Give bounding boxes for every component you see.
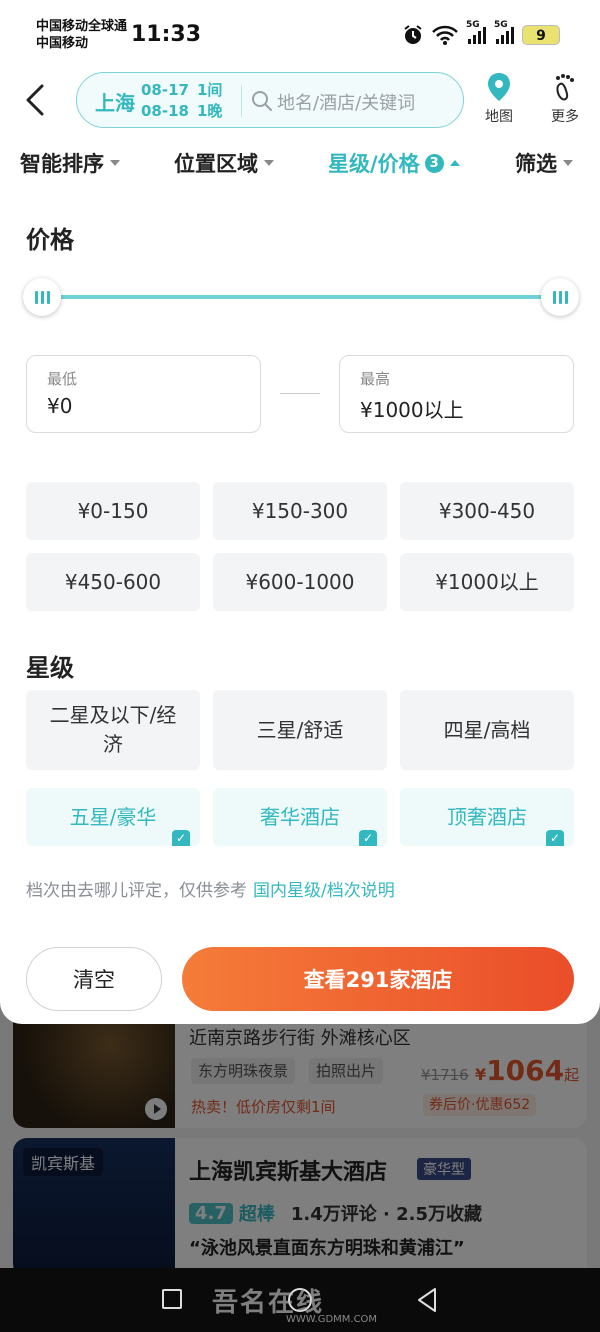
map-button[interactable]: 地图 [474,72,524,126]
price-preset[interactable]: ¥0-150 [26,482,200,540]
star-option-label: 奢华酒店 [260,804,340,829]
price-slider-max-handle[interactable] [541,278,579,316]
carrier-line-2: 中国移动 [36,36,89,51]
filter-tabs: 智能排序 位置区域 星级/价格 3 筛选 [0,136,600,196]
network-type-1: 5G [466,20,480,30]
date-selector[interactable]: 08-17 1间 08-18 1晚 [141,80,222,122]
room-count: 1间 [196,81,223,99]
rating-explanation-link[interactable]: 国内星级/档次说明 [253,881,395,901]
price-slider-min-handle[interactable] [23,278,61,316]
caret-down-icon [563,160,573,166]
search-icon [252,91,272,111]
min-price-value: ¥0 [47,394,73,418]
price-preset[interactable]: ¥150-300 [213,482,387,540]
star-option-label: 四星/高档 [443,717,531,742]
carrier-info: 中国移动全球通 中国移动 [36,18,127,52]
filter-count-badge: 3 [424,153,444,173]
watermark-url: WWW.GDMM.COM [286,1314,378,1325]
caret-up-icon [449,160,460,166]
checkmark-icon: ✓ [359,830,377,846]
recent-apps-button[interactable] [162,1289,182,1309]
signal-icon-1: 5G [466,20,486,44]
battery-indicator: 9 [522,25,560,45]
range-separator [280,393,320,394]
clock: 11:33 [131,22,202,47]
search-box[interactable]: 上海 08-17 1间 08-18 1晚 地名/酒店/关键词 [76,72,464,128]
star-option-label: 五星/豪华 [69,804,157,829]
rating-note: 档次由去哪儿评定，仅供参考 国内星级/档次说明 [26,876,395,901]
network-type-2: 5G [494,20,508,30]
star-option-selected[interactable]: 奢华酒店 ✓ [213,788,387,846]
search-input[interactable]: 地名/酒店/关键词 [277,89,415,115]
city-selector[interactable]: 上海 [95,87,135,116]
system-nav-bar: 吾名在线 WWW.GDMM.COM [0,1268,600,1332]
checkin-date: 08-17 [141,81,189,99]
star-option-label: 三星/舒适 [256,717,344,742]
night-count: 1晚 [196,102,223,120]
star-price-panel: 价格 最低 ¥0 最高 ¥1000以上 ¥0-150 ¥150-300 ¥300… [0,196,600,1024]
carrier-line-1: 中国移动全球通 [36,19,128,34]
caret-down-icon [110,160,120,166]
tab-location-label: 位置区域 [174,152,258,176]
star-option[interactable]: 二星及以下/经济 [26,690,200,770]
price-preset[interactable]: ¥450-600 [26,553,200,611]
tab-filter-label: 筛选 [515,152,557,176]
checkmark-icon: ✓ [546,830,564,846]
caret-down-icon [264,160,274,166]
back-arrow-icon [26,84,44,116]
view-hotels-button[interactable]: 查看291家酒店 [182,947,574,1011]
rating-note-text: 档次由去哪儿评定，仅供参考 [26,881,247,901]
tab-star-price[interactable]: 星级/价格 3 [328,148,460,178]
status-icons: 5G 5G 9 [402,20,560,46]
max-price-label: 最高 [360,370,391,388]
tab-filter[interactable]: 筛选 [515,148,573,178]
tab-star-price-label: 星级/价格 [328,152,420,176]
checkout-date: 08-18 [141,102,189,120]
star-option-selected[interactable]: 顶奢酒店 ✓ [400,788,574,846]
min-price-field[interactable]: 最低 ¥0 [26,355,261,433]
footprint-icon [556,74,574,101]
star-option[interactable]: 三星/舒适 [213,690,387,770]
back-button[interactable] [20,80,52,120]
star-option-label: 顶奢酒店 [447,804,527,829]
min-price-label: 最低 [47,370,78,388]
tab-sort[interactable]: 智能排序 [20,148,120,178]
nav-back-icon[interactable] [416,1287,438,1313]
wifi-icon [432,25,458,45]
tab-location[interactable]: 位置区域 [174,148,274,178]
search-header: 上海 08-17 1间 08-18 1晚 地名/酒店/关键词 地图 更多 [0,66,600,136]
price-preset[interactable]: ¥600-1000 [213,553,387,611]
map-label: 地图 [485,109,513,125]
max-price-value: ¥1000以上 [360,398,464,422]
more-button[interactable]: 更多 [540,72,590,126]
max-price-field[interactable]: 最高 ¥1000以上 [339,355,574,433]
price-preset[interactable]: ¥1000以上 [400,553,574,611]
clear-button[interactable]: 清空 [26,947,162,1011]
signal-icon-2: 5G [494,20,514,44]
star-section-title: 星级 [26,654,74,682]
star-option[interactable]: 四星/高档 [400,690,574,770]
star-option-selected[interactable]: 五星/豪华 ✓ [26,788,200,846]
alarm-icon [404,25,422,44]
tab-sort-label: 智能排序 [20,152,104,176]
more-label: 更多 [551,109,579,125]
checkmark-icon: ✓ [172,830,190,846]
price-slider-track[interactable] [42,295,560,299]
search-divider [241,85,242,117]
status-bar: 中国移动全球通 中国移动 11:33 5G 5G 9 [0,0,600,66]
map-pin-icon [488,73,510,101]
price-section-title: 价格 [26,226,74,254]
star-option-label: 二星及以下/经济 [49,703,177,756]
price-preset[interactable]: ¥300-450 [400,482,574,540]
